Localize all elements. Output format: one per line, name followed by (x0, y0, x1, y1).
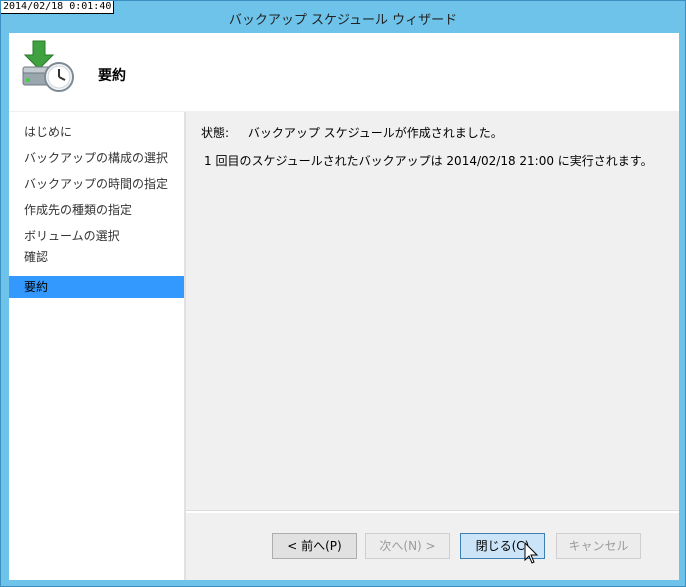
mouse-cursor-icon (524, 542, 539, 564)
nav-step-start[interactable]: はじめに (9, 121, 184, 143)
wizard-client-area: 要約 はじめに バックアップの構成の選択 バックアップの時間の指定 作成先の種類… (9, 33, 679, 580)
nav-step-summary[interactable]: 要約 (9, 276, 184, 298)
schedule-detail: 1 回目のスケジュールされたバックアップは 2014/02/18 21:00 に… (204, 154, 653, 168)
page-title: 要約 (98, 68, 126, 84)
wizard-header: 要約 (9, 33, 679, 111)
status-value: バックアップ スケジュールが作成されました。 (247, 126, 503, 140)
wizard-content: 状態: バックアップ スケジュールが作成されました。 1 回目のスケジュールされ… (186, 112, 679, 510)
nav-step-destination-type[interactable]: 作成先の種類の指定 (9, 199, 184, 221)
nav-step-backup-time[interactable]: バックアップの時間の指定 (9, 173, 184, 195)
back-button[interactable]: < 前へ(P) (272, 533, 357, 559)
footer-divider (186, 510, 679, 513)
nav-step-backup-config[interactable]: バックアップの構成の選択 (9, 147, 184, 169)
cancel-button[interactable]: キャンセル (556, 533, 641, 559)
nav-step-volume-select[interactable]: ボリュームの選択 (9, 225, 184, 247)
screen-timestamp: 2014/02/18 0:01:40 (1, 1, 115, 14)
next-button[interactable]: 次へ(N) > (365, 533, 450, 559)
status-label: 状態: (201, 126, 230, 140)
wizard-steps-nav: はじめに バックアップの構成の選択 バックアップの時間の指定 作成先の種類の指定… (9, 112, 184, 580)
wizard-window: バックアップ スケジュール ウィザード 要約 はじめに バックアップの構成の選択… (0, 0, 686, 587)
status-line: 状態: バックアップ スケジュールが作成されました。 (201, 124, 503, 141)
nav-step-confirm[interactable]: 確認 (9, 246, 184, 268)
backup-schedule-icon (22, 40, 74, 92)
